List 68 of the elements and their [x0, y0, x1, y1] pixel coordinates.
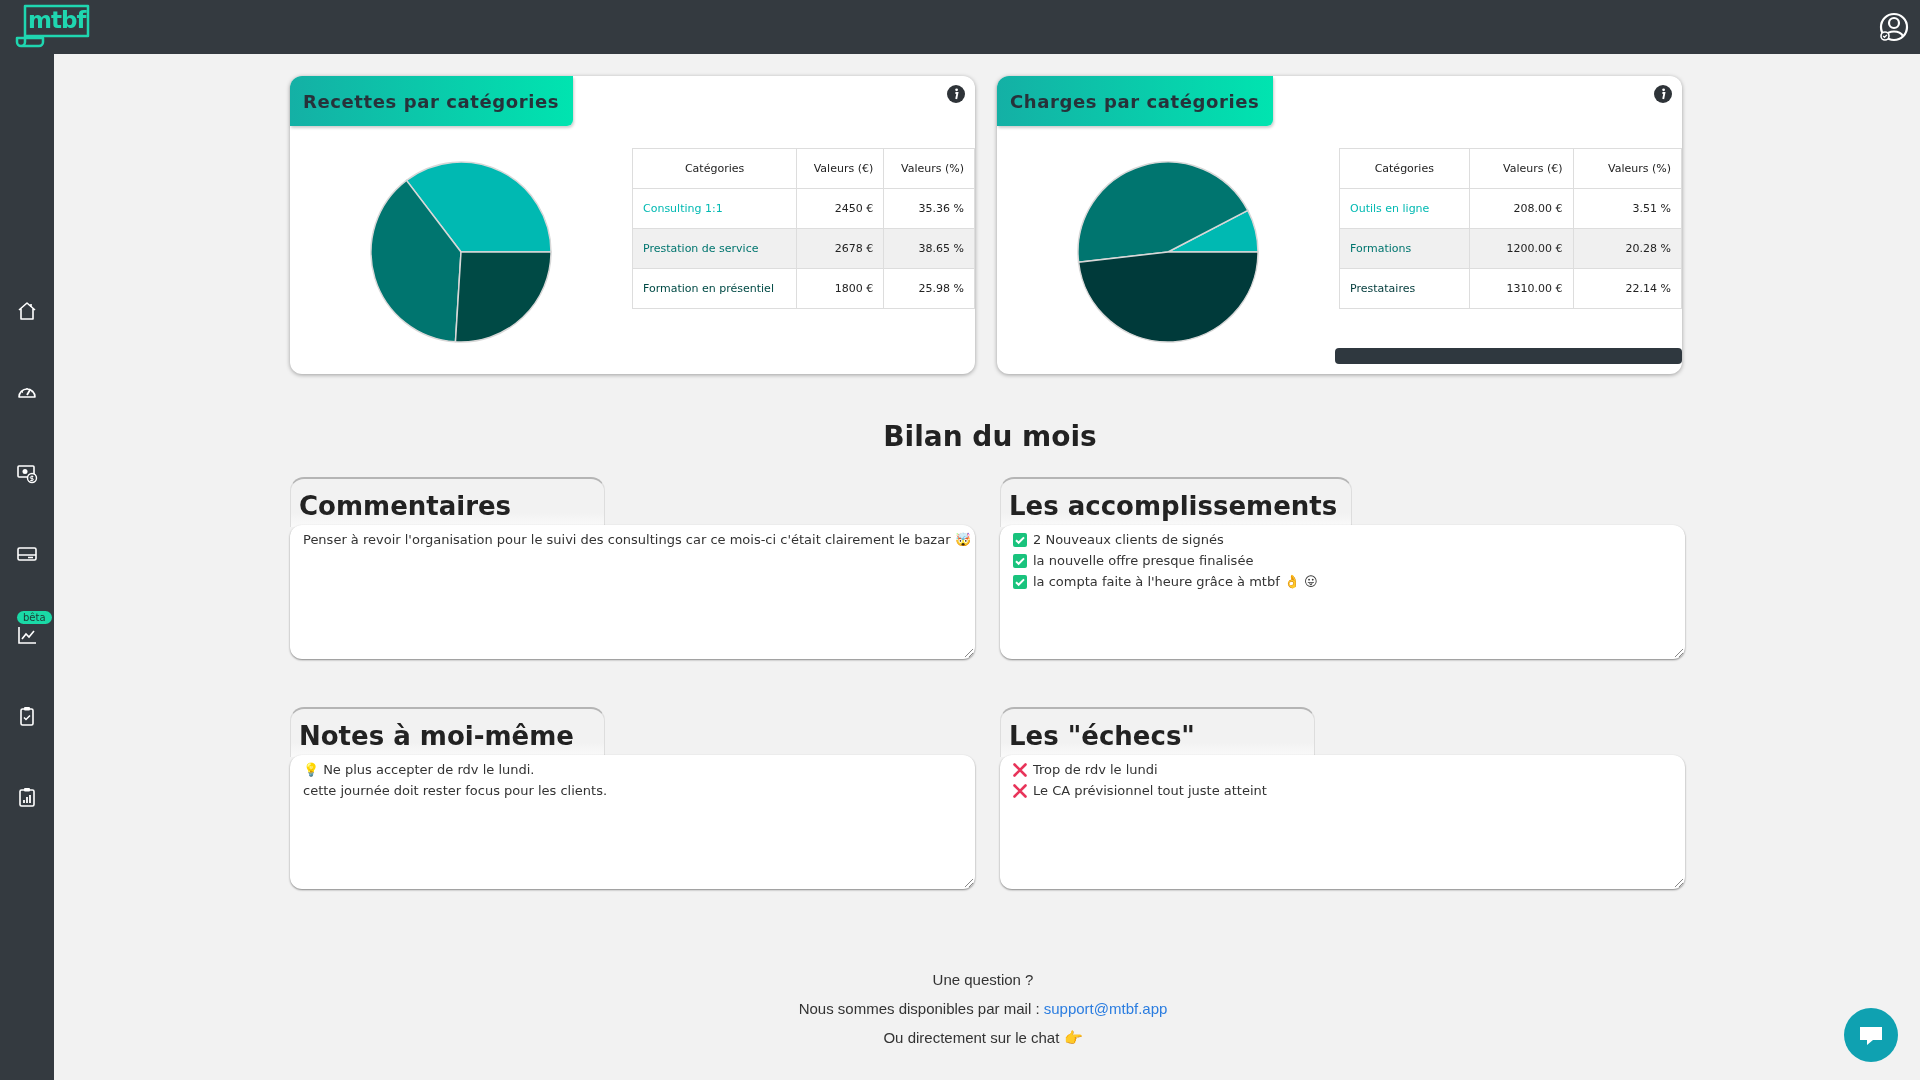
note-line: la compta faite à l'heure grâce à mtbf 👌 😛: [1033, 574, 1318, 589]
resize-handle-icon[interactable]: [964, 648, 973, 657]
info-icon[interactable]: [947, 85, 965, 103]
footer-text: Une question ?: [932, 971, 1034, 988]
table-cell: 35.36 %: [883, 188, 975, 229]
column-header: Valeurs (%): [883, 148, 975, 189]
resize-handle-icon[interactable]: [1674, 878, 1683, 887]
footer-text: Ou directement sur le chat 👉: [883, 1029, 1083, 1047]
card-title: Charges par catégories: [997, 76, 1274, 126]
resize-handle-icon[interactable]: [1674, 648, 1683, 657]
category-name: Formations: [1339, 228, 1470, 269]
section-heading: Bilan du mois: [882, 419, 1098, 455]
cross-icon: [1013, 783, 1027, 798]
note-line: 💡 Ne plus accepter de rdv le lundi.: [303, 762, 535, 777]
footer-text: Nous sommes disponibles par mail :: [798, 1000, 1040, 1017]
section-title: Les "échecs": [1000, 707, 1315, 757]
table-cell: 208.00 €: [1469, 188, 1574, 229]
table-cell: 38.65 %: [883, 228, 975, 269]
section-title: Les accomplissements: [1000, 477, 1353, 527]
category-name: Formation en présentiel: [632, 268, 797, 309]
resize-handle-icon[interactable]: [964, 878, 973, 887]
note-line: cette journée doit rester focus pour les clients.: [303, 783, 608, 798]
table-cell: 2450 €: [796, 188, 884, 229]
notes-text-area[interactable]: Trop de rdv le lundi Le CA prévisionnel tout juste atteint: [1000, 755, 1685, 889]
pie-slice[interactable]: [370, 179, 462, 343]
table-cell: 20.28 %: [1573, 228, 1682, 269]
app-logo[interactable]: mtbf: [8, 4, 90, 50]
column-header: Valeurs (€): [796, 148, 884, 189]
note-line: la nouvelle offre presque finalisée: [1033, 553, 1254, 568]
table-cell: 2678 €: [796, 228, 884, 269]
table-cell: 22.14 %: [1573, 268, 1682, 309]
notes-text-area[interactable]: Penser à revoir l'organisation pour le suivi des consultings car ce mois-ci c'était clairement le bazar 🤯: [290, 525, 975, 659]
user-account-icon[interactable]: [1878, 11, 1910, 43]
section-title: Notes à moi-même: [290, 707, 605, 757]
notes-text-area[interactable]: 💡 Ne plus accepter de rdv le lundi. cette journée doit rester focus pour les clients.: [290, 755, 975, 889]
beta-badge: bêta: [17, 611, 52, 624]
info-icon[interactable]: [1654, 85, 1672, 103]
notes-text-area[interactable]: 2 Nouveaux clients de signés la nouvelle offre presque finalisée la compta faite à l'heure grâce à mtbf 👌 😛: [1000, 525, 1685, 659]
table-cell: 1310.00 €: [1469, 268, 1574, 309]
pie-slice[interactable]: [454, 251, 552, 343]
note-line: Trop de rdv le lundi: [1033, 762, 1158, 777]
section-title: Commentaires: [290, 477, 605, 527]
note-line: 2 Nouveaux clients de signés: [1033, 532, 1224, 547]
pie-slice[interactable]: [405, 161, 552, 253]
card-title: Recettes par catégories: [290, 76, 574, 126]
pie-slice[interactable]: [1077, 251, 1259, 343]
column-header: Valeurs (€): [1469, 148, 1574, 189]
checkmark-icon: [1013, 532, 1027, 547]
category-name: Prestataires: [1339, 268, 1470, 309]
table-cell: 3.51 %: [1573, 188, 1682, 229]
email-link[interactable]: support@mtbf.app: [1043, 1000, 1168, 1017]
note-line: Le CA prévisionnel tout juste atteint: [1033, 783, 1267, 798]
checkmark-icon: [1013, 574, 1027, 589]
chat-button[interactable]: [1844, 1008, 1898, 1062]
horizontal-scrollbar[interactable]: [1335, 348, 1682, 364]
table-cell: 1200.00 €: [1469, 228, 1574, 269]
category-name: Prestation de service: [632, 228, 797, 269]
cross-icon: [1013, 762, 1027, 777]
column-header: Catégories: [1339, 148, 1470, 189]
table-cell: 25.98 %: [883, 268, 975, 309]
column-header: Catégories: [632, 148, 797, 189]
category-name: Consulting 1:1: [632, 188, 797, 229]
pie-slice[interactable]: [1077, 161, 1249, 263]
note-line: Penser à revoir l'organisation pour le suivi des consultings car ce mois-ci c'était clairement le bazar 🤯: [303, 532, 971, 547]
checkmark-icon: [1013, 553, 1027, 568]
category-name: Outils en ligne: [1339, 188, 1470, 229]
column-header: Valeurs (%): [1573, 148, 1682, 189]
table-cell: 1800 €: [796, 268, 884, 309]
